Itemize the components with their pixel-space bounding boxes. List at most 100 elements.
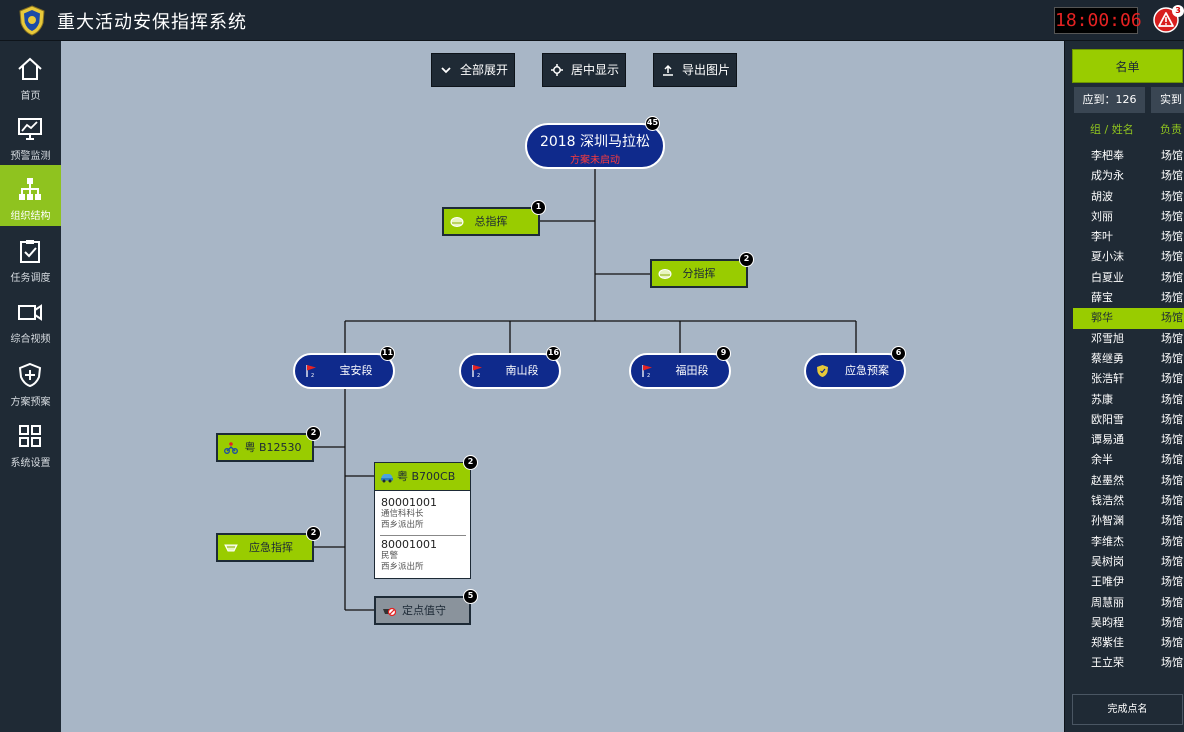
roster-row[interactable]: 李杷奉 场馆 bbox=[1073, 146, 1184, 166]
motorcycle-unit-node[interactable]: 粤 B12530 bbox=[216, 433, 314, 462]
node-label: 分指挥 bbox=[682, 267, 716, 280]
roster-role: 场馆 bbox=[1161, 270, 1183, 284]
roster-row[interactable]: 孙智渊 场馆 bbox=[1073, 511, 1184, 531]
roster-row[interactable]: 钱浩然 场馆 bbox=[1073, 491, 1184, 511]
flag-icon: 2 bbox=[642, 365, 652, 378]
member-entry: 80001001 民警 西乡派出所 bbox=[381, 538, 466, 573]
monitor-icon bbox=[18, 118, 42, 140]
roster-row[interactable]: 蔡继勇 场馆 bbox=[1073, 349, 1184, 369]
roster-row[interactable]: 李维杰 场馆 bbox=[1073, 532, 1184, 552]
shield-plus-icon bbox=[18, 362, 42, 388]
nav-item-org[interactable]: 组织结构 bbox=[0, 165, 61, 226]
count-badge: 2 bbox=[306, 526, 321, 541]
roster-name: 谭易通 bbox=[1091, 433, 1124, 447]
commander-node[interactable]: 总指挥 bbox=[442, 207, 540, 236]
police-badge-logo-icon bbox=[19, 5, 45, 36]
sidebar: 首页 预警监测 组织结构 任务调度 综合视频 方案预案 系统设置 bbox=[0, 41, 61, 732]
nav-item-home[interactable]: 首页 bbox=[0, 45, 61, 106]
roster-row[interactable]: 余半 场馆 bbox=[1073, 450, 1184, 470]
roster-row[interactable]: 李叶 场馆 bbox=[1073, 227, 1184, 247]
count-badge: 2 bbox=[306, 426, 321, 441]
column-header-name: 组 / 姓名 bbox=[1090, 123, 1134, 136]
roster-row[interactable]: 夏小沫 场馆 bbox=[1073, 247, 1184, 267]
nav-item-settings[interactable]: 系统设置 bbox=[0, 412, 61, 473]
roster-name: 欧阳雪 bbox=[1091, 412, 1124, 426]
org-chart-canvas: 全部展开 居中显示 导出图片 2018 深圳马拉松 方案未启动 45 总指挥 1… bbox=[61, 41, 1064, 732]
fixed-post-node[interactable]: 定点值守 bbox=[374, 596, 471, 625]
svg-text:2: 2 bbox=[647, 373, 650, 378]
section-node-futian[interactable]: 2 福田段 bbox=[629, 353, 731, 389]
roster-row[interactable]: 吴树岗 场馆 bbox=[1073, 552, 1184, 572]
finish-roll-call-button[interactable]: 完成点名 bbox=[1072, 694, 1183, 725]
roster-name: 胡波 bbox=[1091, 189, 1113, 203]
roster-row[interactable]: 薛宝 场馆 bbox=[1073, 288, 1184, 308]
roster-row[interactable]: 王唯伊 场馆 bbox=[1073, 572, 1184, 592]
member-role: 民警 bbox=[381, 551, 399, 561]
member-entry: 80001001 通信科科长 西乡派出所 bbox=[381, 496, 466, 531]
member-unit: 西乡派出所 bbox=[381, 520, 424, 530]
nav-label: 方案预案 bbox=[10, 397, 51, 408]
roster-role: 场馆 bbox=[1161, 494, 1183, 508]
member-unit: 西乡派出所 bbox=[381, 562, 424, 572]
roster-name: 苏康 bbox=[1091, 392, 1113, 406]
node-label: 粤 B12530 bbox=[244, 441, 302, 454]
roster-row[interactable]: 郭华 场馆 bbox=[1073, 308, 1184, 329]
svg-text:2: 2 bbox=[477, 373, 480, 378]
node-label: 总指挥 bbox=[474, 215, 508, 228]
vehicle-plate: 粤 B700CB bbox=[397, 470, 456, 483]
roster-row[interactable]: 欧阳雪 场馆 bbox=[1073, 410, 1184, 430]
section-node-emergency-plan[interactable]: 应急预案 bbox=[804, 353, 906, 389]
roster-role: 场馆 bbox=[1161, 615, 1183, 629]
roster-row[interactable]: 王立荣 场馆 bbox=[1073, 653, 1184, 673]
column-header-role: 负责 bbox=[1160, 123, 1182, 136]
video-icon bbox=[18, 304, 42, 321]
root-status: 方案未启动 bbox=[570, 155, 620, 166]
root-event-node[interactable]: 2018 深圳马拉松 方案未启动 bbox=[525, 123, 665, 169]
roster-name: 邓雪旭 bbox=[1091, 331, 1124, 345]
roster-row[interactable]: 苏康 场馆 bbox=[1073, 390, 1184, 410]
roster-role: 场馆 bbox=[1161, 656, 1183, 670]
roster-name: 夏小沫 bbox=[1091, 250, 1124, 264]
roster-row[interactable]: 邓雪旭 场馆 bbox=[1073, 329, 1184, 349]
roster-list-button[interactable]: 名单 bbox=[1072, 49, 1183, 83]
roster-name: 郭华 bbox=[1091, 311, 1113, 325]
nav-label: 任务调度 bbox=[10, 273, 51, 284]
roster-panel: 名单 应到：126 实到 组 / 姓名 负责 李杷奉 场馆 成为永 场馆 胡波 场馆 刘丽场… bbox=[1064, 41, 1184, 732]
member-id: 80001001 bbox=[381, 538, 437, 551]
org-chart-icon bbox=[19, 178, 41, 200]
roster-role: 场馆 bbox=[1161, 250, 1183, 264]
roster-name: 吴树岗 bbox=[1091, 554, 1124, 568]
roster-row[interactable]: 周慧丽 场馆 bbox=[1073, 593, 1184, 613]
roster-row[interactable]: 成为永 场馆 bbox=[1073, 166, 1184, 186]
roster-row[interactable]: 张浩轩 场馆 bbox=[1073, 369, 1184, 389]
vehicle-card[interactable]: 粤 B700CB 80001001 通信科科长 西乡派出所 80001001 民… bbox=[374, 462, 471, 579]
roster-role: 场馆 bbox=[1161, 453, 1183, 467]
count-badge: 9 bbox=[716, 346, 731, 361]
grid-icon bbox=[19, 425, 41, 447]
section-node-baoan[interactable]: 2 宝安段 bbox=[293, 353, 395, 389]
count-badge: 11 bbox=[380, 346, 395, 361]
emergency-command-node[interactable]: 应急指挥 bbox=[216, 533, 314, 562]
roster-name: 郑紫佳 bbox=[1091, 636, 1124, 650]
section-node-nanshan[interactable]: 2 南山段 bbox=[459, 353, 561, 389]
roster-row[interactable]: 刘丽 场馆 bbox=[1073, 207, 1184, 227]
roster-row[interactable]: 赵墨然 场馆 bbox=[1073, 471, 1184, 491]
member-id: 80001001 bbox=[381, 496, 437, 509]
roster-row[interactable]: 吴昀程 场馆 bbox=[1073, 613, 1184, 633]
roster-role: 场馆 bbox=[1161, 372, 1183, 386]
roster-row[interactable]: 白夏业 场馆 bbox=[1073, 268, 1184, 288]
member-role: 通信科科长 bbox=[381, 509, 424, 519]
sub-commander-node[interactable]: 分指挥 bbox=[650, 259, 748, 288]
nav-item-tasks[interactable]: 任务调度 bbox=[0, 227, 61, 288]
nav-item-video[interactable]: 综合视频 bbox=[0, 288, 61, 349]
top-header: 重大活动安保指挥系统 18:00:06 3 bbox=[0, 0, 1184, 41]
nav-item-plans[interactable]: 方案预案 bbox=[0, 351, 61, 412]
roster-role: 场馆 bbox=[1161, 230, 1183, 244]
nav-item-monitor[interactable]: 预警监测 bbox=[0, 105, 61, 166]
clipboard-check-icon bbox=[20, 240, 40, 263]
home-icon bbox=[18, 57, 42, 80]
roster-row[interactable]: 郑紫佳 场馆 bbox=[1073, 633, 1184, 653]
flag-icon: 2 bbox=[306, 365, 316, 378]
roster-row[interactable]: 胡波 场馆 bbox=[1073, 187, 1184, 207]
roster-row[interactable]: 谭易通 场馆 bbox=[1073, 430, 1184, 450]
